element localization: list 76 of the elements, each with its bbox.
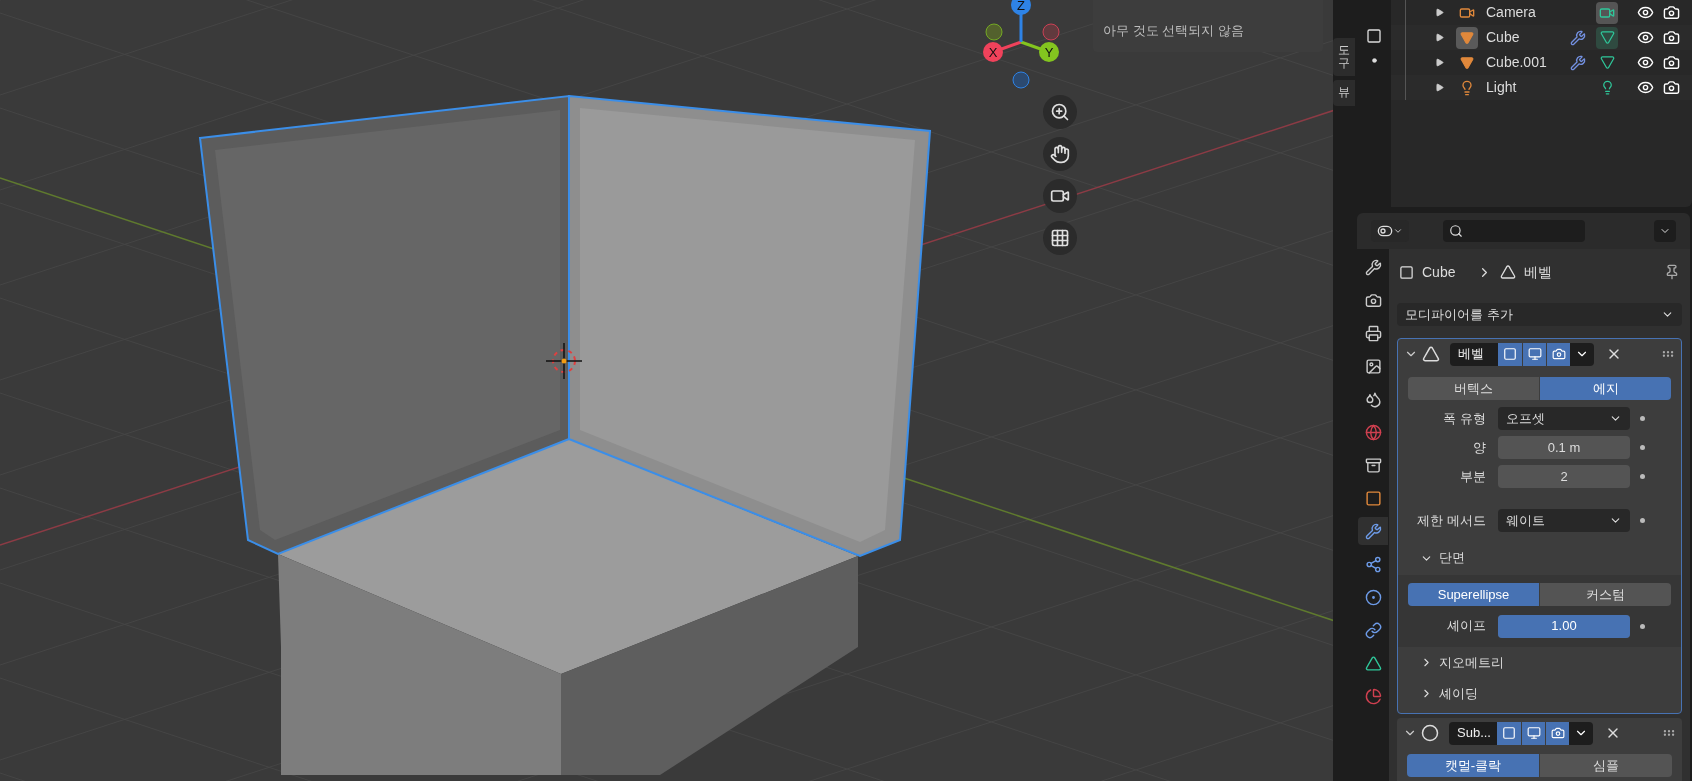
monitor-icon[interactable] [1526, 726, 1541, 740]
grid-icon [1050, 228, 1070, 248]
number-field[interactable]: 2 [1498, 465, 1630, 488]
zoom-button[interactable] [1043, 95, 1077, 129]
add-modifier-dropdown[interactable]: 모디파이어를 추가 [1397, 303, 1682, 326]
outliner-item[interactable]: Camera [1486, 2, 1570, 23]
toggle-tab[interactable]: 심플 [1539, 754, 1672, 777]
options-dropdown-button[interactable] [1654, 220, 1676, 242]
subpanel-header[interactable]: 셰이딩 [1398, 678, 1681, 709]
field-label: 폭 유형 [1442, 409, 1487, 428]
toggle-tab[interactable]: 에지 [1539, 377, 1671, 400]
select-box-icon[interactable] [1366, 28, 1382, 44]
toggle-icon [1377, 223, 1393, 239]
eye-icon[interactable] [1637, 4, 1654, 21]
hand-icon [1050, 144, 1070, 164]
outliner-item[interactable]: Light [1486, 77, 1570, 98]
field-label: 셰이프 [1446, 617, 1487, 636]
toggle-tab[interactable]: 버텍스 [1408, 377, 1539, 400]
expand-arrow-icon[interactable] [1435, 58, 1444, 67]
toggle-tab[interactable]: 커스텀 [1539, 583, 1671, 606]
wrench-icon[interactable] [1570, 29, 1586, 46]
toggle-tab[interactable]: 캣멀-클락 [1407, 754, 1539, 777]
grid-button[interactable] [1043, 221, 1077, 255]
modifier-name-field[interactable]: Sub... [1449, 721, 1497, 745]
outliner-item[interactable]: Cube [1486, 27, 1570, 48]
subpanel-header[interactable]: 지오메트리 [1398, 647, 1681, 678]
movie-camera-button[interactable] [1043, 179, 1077, 213]
circle-icon [1421, 724, 1439, 742]
camera-icon[interactable] [1663, 79, 1680, 96]
wrench-icon[interactable] [1570, 54, 1586, 71]
dropdown-field[interactable]: 웨이트 [1498, 509, 1630, 532]
subpanel-header[interactable]: 단면 [1398, 541, 1681, 575]
chevron-down-icon [1393, 226, 1403, 236]
dot-icon[interactable] [1371, 58, 1377, 63]
toggle-tab[interactable]: Superellipse [1408, 583, 1539, 606]
render-camera-icon[interactable] [1550, 726, 1565, 740]
expand-arrow-icon[interactable] [1435, 33, 1444, 42]
field-label: 양 [1472, 438, 1487, 457]
field-label: 제한 메서드 [1416, 511, 1487, 530]
breadcrumb-item[interactable]: Cube [1422, 261, 1456, 283]
modifier-name-field[interactable]: 베벨 [1450, 342, 1498, 366]
axis-gizmo[interactable]: X Y Z [975, 0, 1090, 95]
monitor-icon[interactable] [1527, 347, 1542, 361]
outliner-item[interactable]: Cube.001 [1486, 52, 1570, 73]
camera-data-icon[interactable] [1596, 1, 1618, 24]
edit-mode-icon[interactable] [1502, 726, 1516, 740]
edit-mode-icon[interactable] [1503, 347, 1517, 361]
popup-text: 아무 것도 선택되지 않음 [1103, 22, 1244, 41]
expand-arrow-icon[interactable] [1435, 83, 1444, 92]
expand-arrow-icon[interactable] [1435, 8, 1444, 17]
breadcrumb-item[interactable]: 베벨 [1524, 261, 1553, 283]
sidebar-tab[interactable]: 도구 [1333, 38, 1355, 77]
camera-icon[interactable] [1663, 54, 1680, 71]
zoom-icon [1050, 102, 1070, 122]
3d-cursor-icon [545, 342, 583, 380]
number-field[interactable]: 0.1 m [1498, 436, 1630, 459]
shape-slider[interactable]: 1.00 [1498, 614, 1630, 638]
mesh-data-icon[interactable] [1596, 26, 1618, 49]
object-icon [1399, 264, 1414, 280]
wrench-icon[interactable] [1358, 517, 1388, 545]
bevel-icon [1500, 264, 1517, 281]
eye-icon[interactable] [1637, 79, 1654, 96]
dropdown-field[interactable]: 오프셋 [1498, 407, 1630, 430]
field-label: 부분 [1459, 467, 1487, 486]
camera-icon[interactable] [1663, 4, 1680, 21]
eye-icon[interactable] [1637, 29, 1654, 46]
hand-button[interactable] [1043, 137, 1077, 171]
eye-icon[interactable] [1637, 54, 1654, 71]
pin-icon[interactable] [1664, 264, 1680, 281]
3d-viewport[interactable]: X Y Z 아무 것도 선택되지 않음 [0, 0, 1333, 781]
search-field[interactable] [1443, 220, 1585, 242]
sidebar-tab[interactable]: 뷰 [1333, 80, 1355, 106]
camera-icon[interactable] [1663, 29, 1680, 46]
render-camera-icon[interactable] [1551, 347, 1566, 361]
bevel-icon [1422, 345, 1440, 363]
search-icon [1449, 224, 1463, 238]
